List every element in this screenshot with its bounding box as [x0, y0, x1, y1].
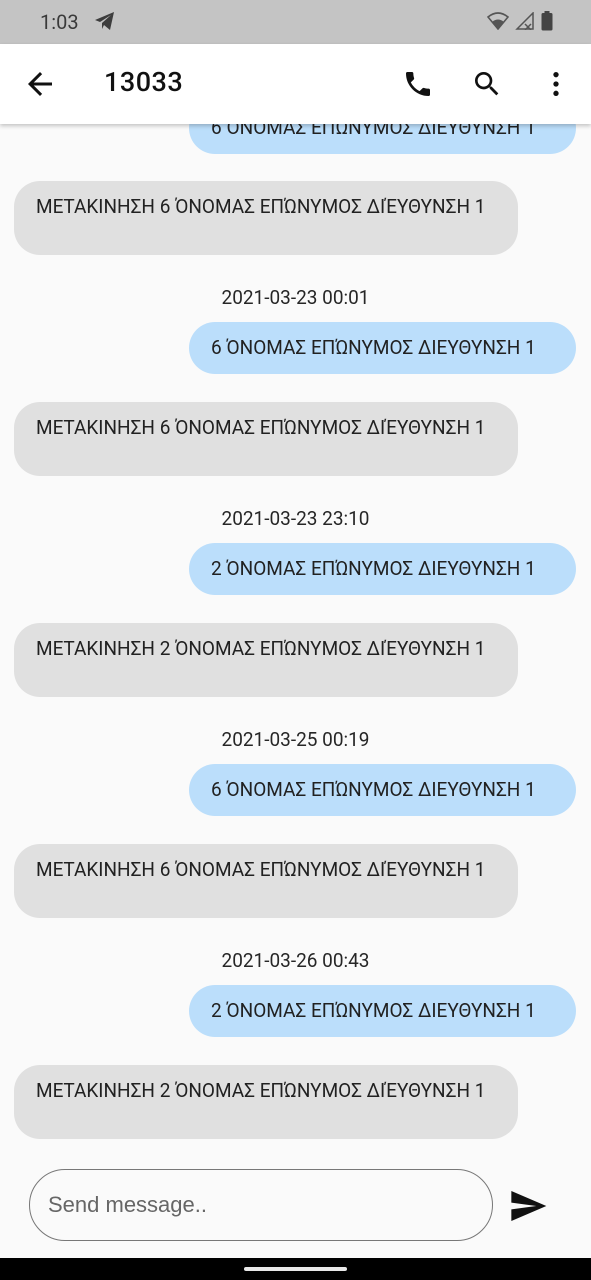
- message-composer: [29, 1169, 493, 1241]
- outgoing-message[interactable]: 2 ΌΝΟΜΑΣ ΕΠΏΝΥΜΟΣ ΔΙΕΥΘΥΝΣΗ 1: [189, 543, 576, 595]
- outgoing-message[interactable]: 6 ΌΝΟΜΑΣ ΕΠΏΝΥΜΟΣ ΔΙΕΥΘΥΝΣΗ 1: [189, 124, 576, 154]
- incoming-message[interactable]: ΜΕΤΑΚΙΝΗΣΗ 2 ΌΝΟΜΑΣ ΕΠΏΝΥΜΟΣ ΔΙΈΥΘΥΝΣΗ 1: [14, 623, 518, 697]
- phone-icon[interactable]: [400, 66, 436, 102]
- app-bar: 13033: [0, 44, 591, 124]
- home-gesture-handle[interactable]: [244, 1267, 347, 1271]
- outgoing-message[interactable]: 6 ΌΝΟΜΑΣ ΕΠΏΝΥΜΟΣ ΔΙΕΥΘΥΝΣΗ 1: [189, 322, 576, 374]
- message-timestamp: 2021-03-23 00:01: [221, 286, 370, 309]
- incoming-message[interactable]: ΜΕΤΑΚΙΝΗΣΗ 2 ΌΝΟΜΑΣ ΕΠΏΝΥΜΟΣ ΔΙΈΥΘΥΝΣΗ 1: [14, 1065, 518, 1139]
- message-list[interactable]: 6 ΌΝΟΜΑΣ ΕΠΏΝΥΜΟΣ ΔΙΕΥΘΥΝΣΗ 1 ΜΕΤΑΚΙΝΗΣΗ…: [0, 124, 591, 1160]
- signal-icon: [515, 11, 535, 34]
- message-timestamp: 2021-03-25 00:19: [221, 728, 370, 751]
- conversation-title: 13033: [104, 66, 184, 98]
- outgoing-message[interactable]: 2 ΌΝΟΜΑΣ ΕΠΏΝΥΜΟΣ ΔΙΕΥΘΥΝΣΗ 1: [189, 985, 576, 1037]
- wifi-icon: [486, 12, 510, 34]
- send-icon[interactable]: [508, 1186, 548, 1226]
- search-icon[interactable]: [469, 66, 505, 102]
- incoming-message[interactable]: ΜΕΤΑΚΙΝΗΣΗ 6 ΌΝΟΜΑΣ ΕΠΏΝΥΜΟΣ ΔΙΈΥΘΥΝΣΗ 1: [14, 402, 518, 476]
- status-icons: [486, 11, 553, 35]
- outgoing-message[interactable]: 6 ΌΝΟΜΑΣ ΕΠΏΝΥΜΟΣ ΔΙΕΥΘΥΝΣΗ 1: [189, 764, 576, 816]
- message-timestamp: 2021-03-23 23:10: [221, 507, 370, 530]
- more-vert-icon[interactable]: [538, 66, 574, 102]
- incoming-message[interactable]: ΜΕΤΑΚΙΝΗΣΗ 6 ΌΝΟΜΑΣ ΕΠΏΝΥΜΟΣ ΔΙΈΥΘΥΝΣΗ 1: [14, 844, 518, 918]
- incoming-message[interactable]: ΜΕΤΑΚΙΝΗΣΗ 6 ΌΝΟΜΑΣ ΕΠΏΝΥΜΟΣ ΔΙΈΥΘΥΝΣΗ 1: [14, 181, 518, 255]
- message-timestamp: 2021-03-26 00:43: [221, 949, 370, 972]
- status-time: 1:03: [40, 10, 79, 34]
- telegram-icon: [94, 11, 116, 35]
- battery-icon: [541, 11, 553, 35]
- status-bar: 1:03: [0, 0, 591, 44]
- message-input[interactable]: [46, 1184, 470, 1226]
- navigation-bar: [0, 1258, 591, 1280]
- back-arrow-icon[interactable]: [22, 66, 58, 102]
